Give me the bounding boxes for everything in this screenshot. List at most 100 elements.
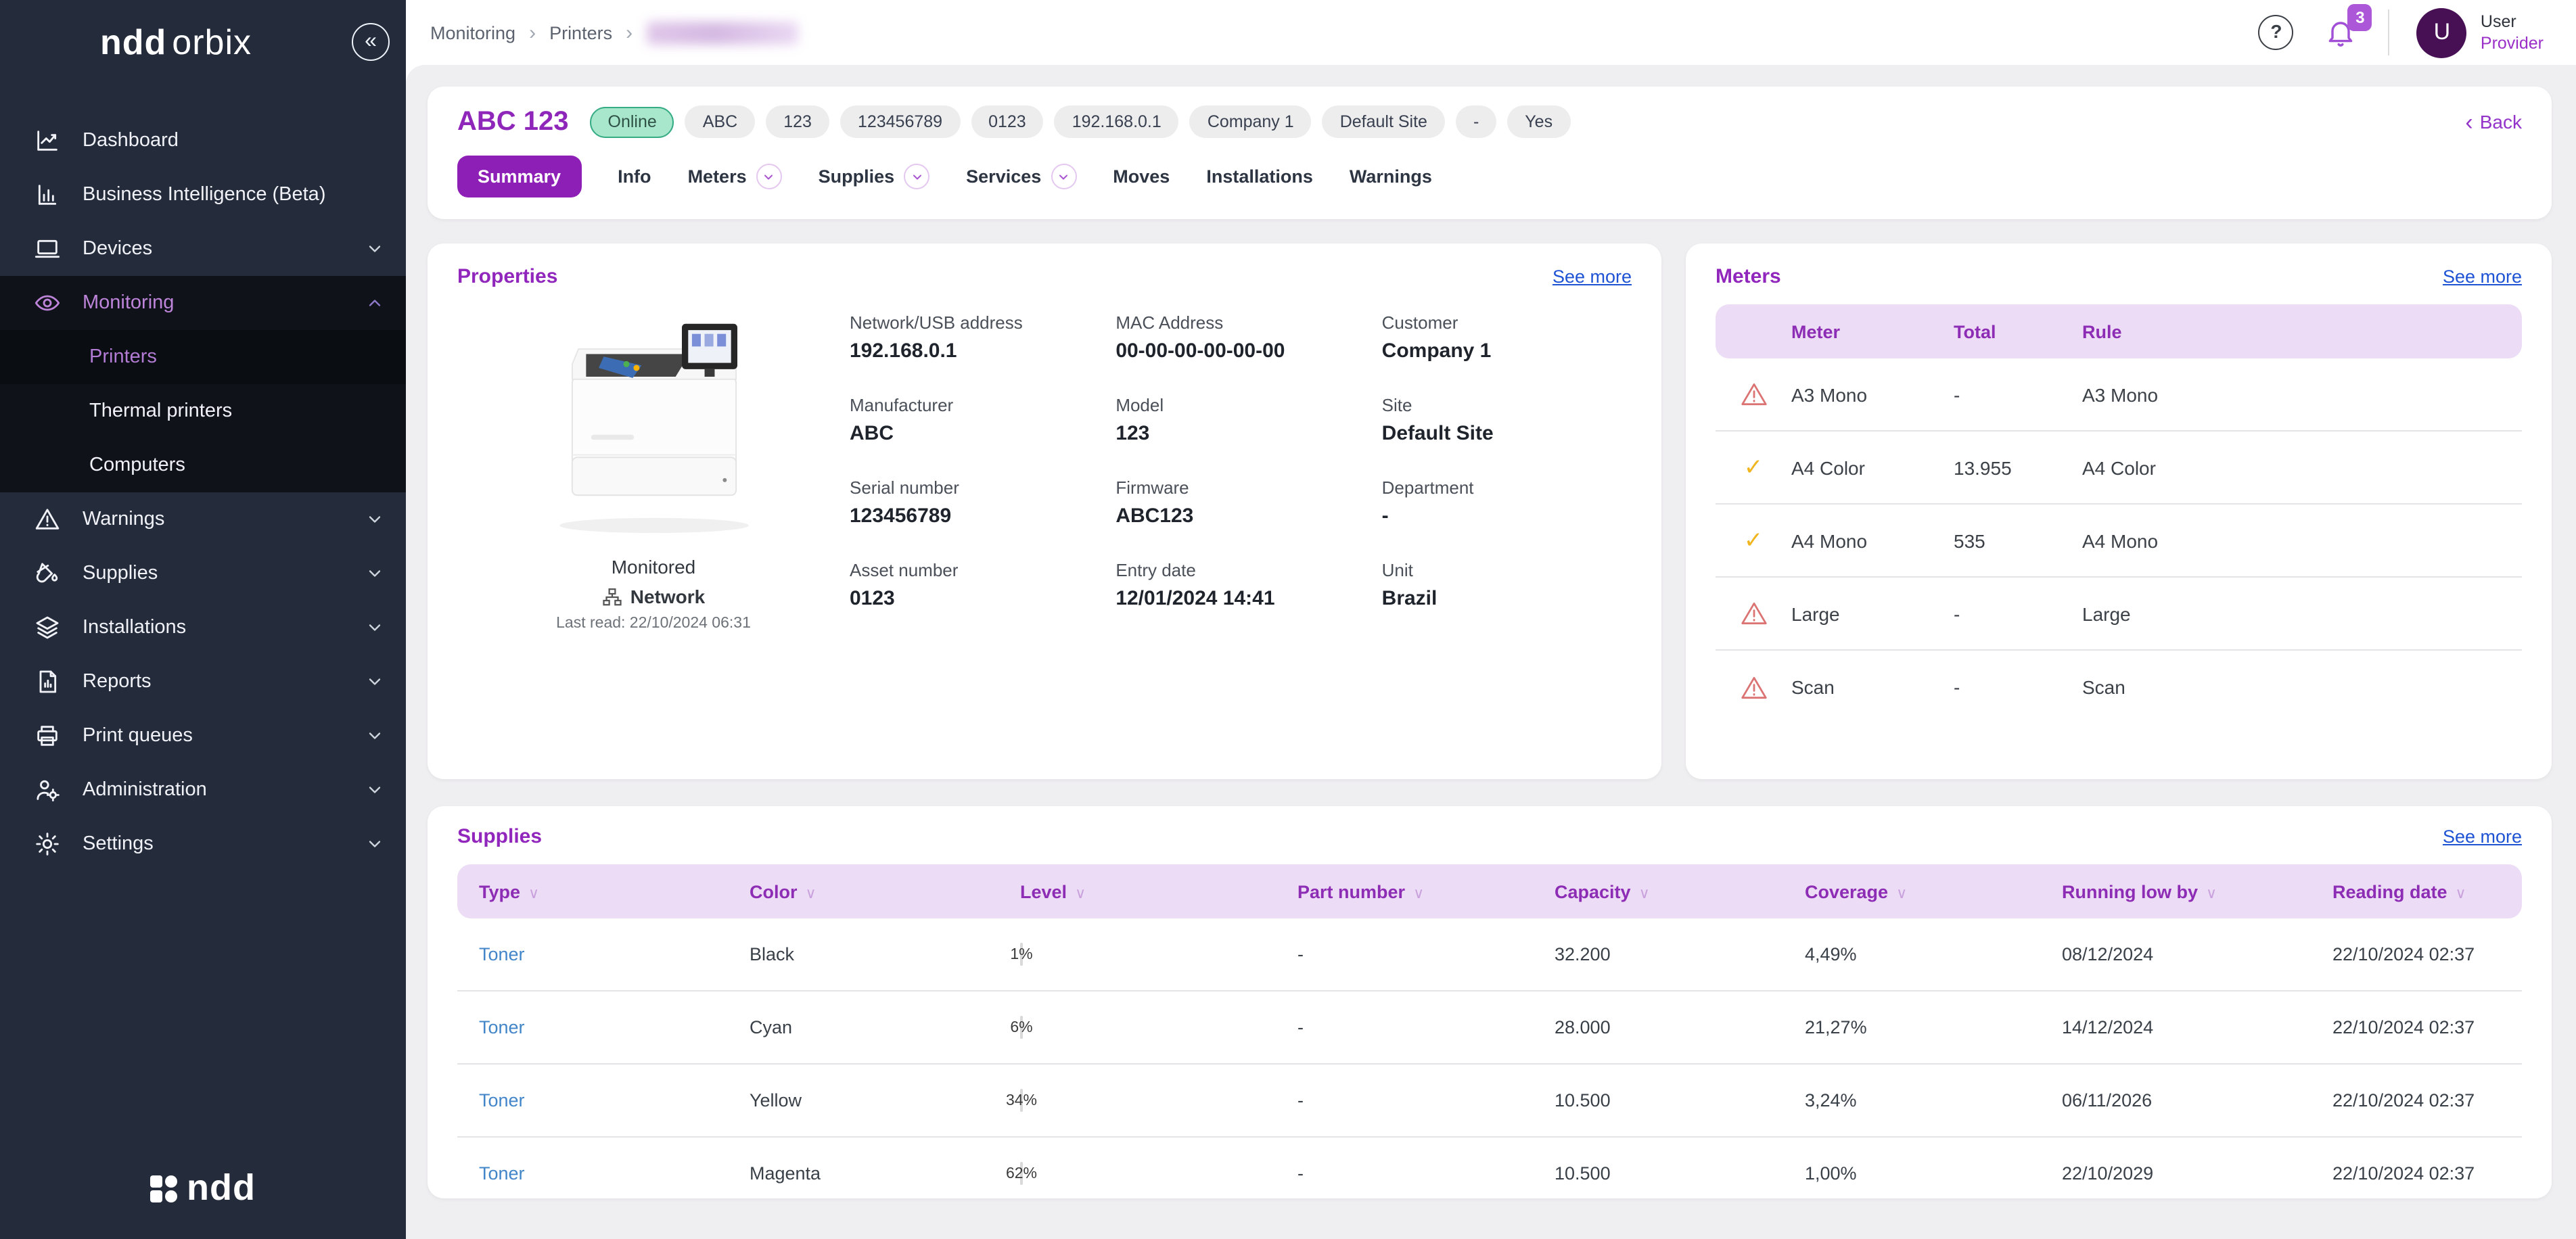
col-label: Running low by [2062, 881, 2198, 902]
supply-part-number: - [1297, 1090, 1555, 1111]
level-progress-bar: 34% [1020, 1089, 1023, 1112]
notifications-button[interactable]: 3 [2321, 12, 2362, 53]
field-serial-number: Serial number123456789 [850, 477, 1099, 528]
sidebar-item-administration[interactable]: Administration [0, 763, 406, 817]
toner-link[interactable]: Toner [479, 1017, 750, 1037]
sidebar-item-computers[interactable]: Computers [0, 438, 406, 492]
toner-link[interactable]: Toner [479, 944, 750, 964]
supplies-col-level[interactable]: Level [1020, 881, 1297, 902]
toner-link[interactable]: Toner [479, 1090, 750, 1111]
sidebar-item-business-intelligence[interactable]: Business Intelligence (Beta) [0, 168, 406, 222]
chevron-down-icon [365, 672, 384, 691]
properties-header: Properties See more [457, 265, 1632, 288]
properties-see-more-link[interactable]: See more [1552, 266, 1632, 287]
chevron-right-icon [529, 21, 536, 44]
sidebar-item-label: Thermal printers [89, 400, 232, 422]
ndd-dots-icon [150, 1175, 177, 1202]
level-progress-bar: 62% [1020, 1162, 1023, 1185]
back-button[interactable]: Back [2465, 110, 2522, 133]
back-label: Back [2480, 111, 2522, 133]
sidebar-item-label: Devices [83, 238, 152, 260]
field-value: 12/01/2024 14:41 [1116, 587, 1365, 610]
chevron-down-icon [904, 164, 929, 189]
topbar: Monitoring Printers 3 U User Provider [406, 0, 2576, 65]
collapse-icon [365, 30, 377, 54]
tab-services[interactable]: Services [966, 164, 1076, 189]
supplies-header: Supplies See more [457, 825, 2522, 848]
chevron-down-icon [365, 726, 384, 745]
sidebar-item-devices[interactable]: Devices [0, 222, 406, 276]
field-value: Company 1 [1382, 340, 1632, 363]
meter-row-a4-color: A4 Color 13.955 A4 Color [1716, 431, 2522, 505]
chip-dash: - [1456, 106, 1496, 138]
sidebar-item-thermal-printers[interactable]: Thermal printers [0, 384, 406, 438]
sidebar-item-reports[interactable]: Reports [0, 655, 406, 709]
properties-body: Monitored Network Last read: 22/10/2024 … [457, 302, 1632, 632]
chevron-down-icon [365, 618, 384, 637]
sidebar-item-print-queues[interactable]: Print queues [0, 709, 406, 763]
sidebar-collapse-button[interactable] [352, 23, 390, 61]
tab-summary[interactable]: Summary [457, 156, 581, 197]
printer-photo [515, 302, 792, 545]
tab-meters[interactable]: Meters [688, 164, 782, 189]
breadcrumb-printers[interactable]: Printers [549, 22, 612, 43]
col-label: Color [750, 881, 798, 902]
supply-reading-date: 22/10/2024 02:37 [2332, 1017, 2500, 1037]
tab-warnings[interactable]: Warnings [1350, 166, 1432, 187]
question-mark-icon [2270, 20, 2282, 45]
connection-label: Network [630, 586, 705, 607]
breadcrumb-monitoring[interactable]: Monitoring [430, 22, 515, 43]
supplies-col-type[interactable]: Type [479, 881, 750, 902]
sidebar-item-label: Business Intelligence (Beta) [83, 184, 326, 206]
chevron-down-icon [365, 239, 384, 258]
col-label: Type [479, 881, 520, 902]
col-label: Level [1020, 881, 1067, 902]
meter-total: 535 [1954, 530, 2082, 551]
warning-icon [1716, 381, 1791, 407]
report-document-icon [32, 667, 62, 697]
sidebar-item-monitoring[interactable]: Monitoring [0, 276, 406, 330]
sidebar-item-label: Settings [83, 833, 154, 855]
level-progress-bar: 6% [1020, 1016, 1023, 1039]
field-label: Entry date [1116, 560, 1365, 580]
field-label: Serial number [850, 477, 1099, 498]
supplies-col-coverage[interactable]: Coverage [1805, 881, 2062, 902]
field-firmware: FirmwareABC123 [1116, 477, 1365, 528]
level-progress-bar: 1% [1020, 943, 1023, 966]
meter-rule: Large [2082, 603, 2522, 624]
supplies-col-running-low-by[interactable]: Running low by [2062, 881, 2332, 902]
paint-bucket-icon [32, 559, 62, 588]
sidebar-item-supplies[interactable]: Supplies [0, 546, 406, 601]
tab-moves[interactable]: Moves [1113, 166, 1170, 187]
sidebar-item-installations[interactable]: Installations [0, 601, 406, 655]
meter-total: - [1954, 676, 2082, 698]
meter-name: A3 Mono [1791, 383, 1954, 405]
meters-see-more-link[interactable]: See more [2443, 266, 2522, 287]
field-customer: CustomerCompany 1 [1382, 312, 1632, 363]
field-value: 123 [1116, 422, 1365, 445]
tab-installations[interactable]: Installations [1206, 166, 1313, 187]
tab-supplies[interactable]: Supplies [819, 164, 930, 189]
help-button[interactable] [2259, 15, 2294, 50]
sidebar-item-warnings[interactable]: Warnings [0, 492, 406, 546]
chip-customer: Company 1 [1190, 106, 1312, 138]
supplies-col-reading-date[interactable]: Reading date [2332, 881, 2500, 902]
field-value: 192.168.0.1 [850, 340, 1099, 363]
tab-info[interactable]: Info [618, 166, 651, 187]
supplies-col-part-number[interactable]: Part number [1297, 881, 1555, 902]
supplies-see-more-link[interactable]: See more [2443, 826, 2522, 847]
toner-link[interactable]: Toner [479, 1163, 750, 1184]
chip-site: Default Site [1322, 106, 1445, 138]
user-menu[interactable]: U User Provider [2417, 7, 2544, 57]
avatar: U [2417, 7, 2467, 57]
sidebar-item-printers[interactable]: Printers [0, 330, 406, 384]
supplies-col-color[interactable]: Color [750, 881, 1020, 902]
bar-chart-icon [32, 180, 62, 210]
chevron-up-icon [365, 294, 384, 312]
field-label: Firmware [1116, 477, 1365, 498]
sidebar-item-dashboard[interactable]: Dashboard [0, 114, 406, 168]
trend-chart-icon [32, 126, 62, 156]
supplies-col-capacity[interactable]: Capacity [1555, 881, 1805, 902]
sidebar-item-settings[interactable]: Settings [0, 817, 406, 871]
supply-color: Black [750, 944, 1020, 964]
